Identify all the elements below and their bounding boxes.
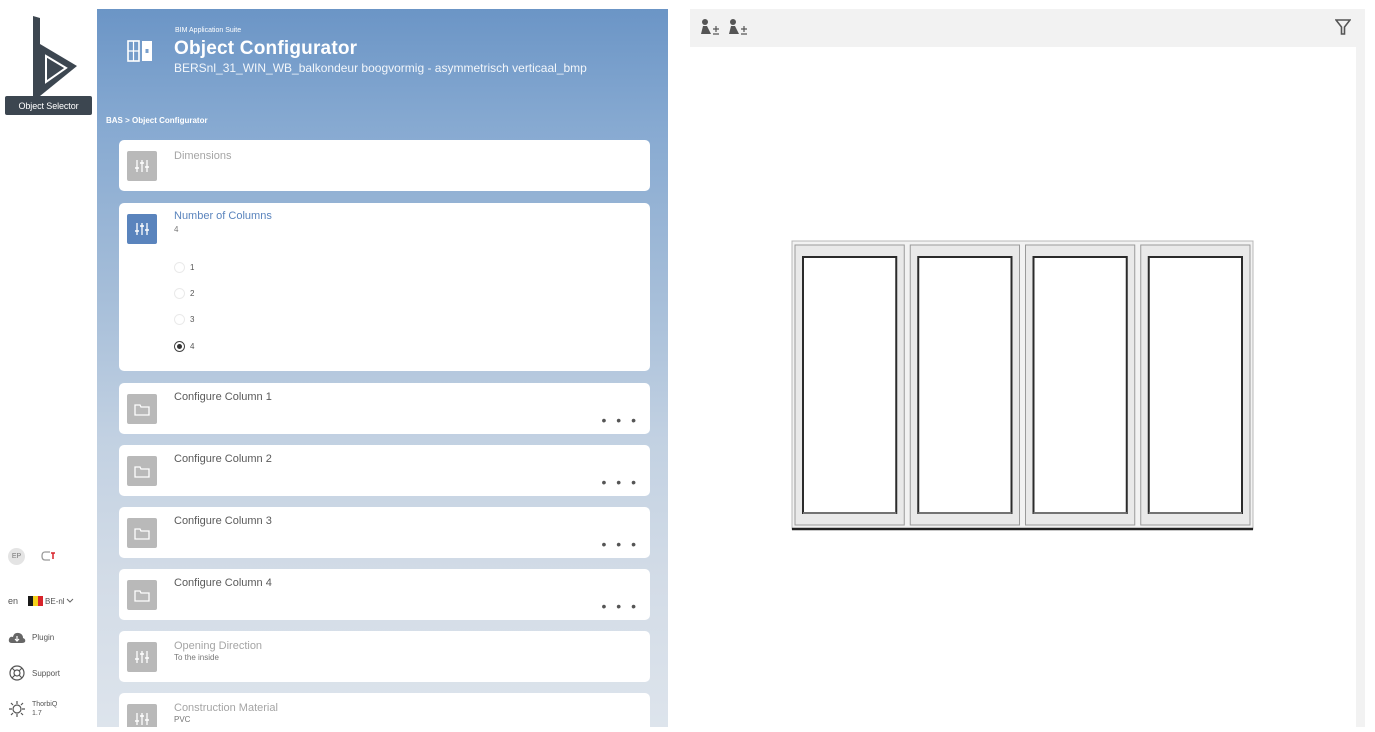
opening-direction-title: Opening Direction [174, 640, 263, 652]
window-glass [1147, 256, 1243, 514]
sliders-icon [127, 642, 157, 672]
more-options-icon[interactable]: • • • [602, 599, 639, 613]
folder-icon [127, 580, 157, 610]
folder-icon [127, 394, 157, 424]
dimensions-title: Dimensions [174, 150, 232, 162]
opening-direction-card[interactable]: Opening Direction To the inside [119, 631, 650, 682]
columns-card[interactable]: Number of Columns 4 1 2 3 4 [119, 203, 650, 371]
dimensions-card[interactable]: Dimensions [119, 140, 650, 191]
thorbiq-text: ThorbiQ 1.7 [32, 700, 57, 718]
sync-icon[interactable] [41, 550, 57, 564]
sliders-icon [127, 151, 157, 181]
window-preview[interactable] [690, 47, 1356, 727]
configurator-panel: BIM Application Suite Object Configurato… [97, 9, 668, 727]
language-label[interactable]: en [8, 596, 18, 606]
folder-icon [127, 518, 157, 548]
window-glass [802, 256, 898, 514]
window-glass [1032, 256, 1128, 514]
plugin-row[interactable]: Plugin [8, 628, 54, 646]
configure-column-2-title: Configure Column 2 [174, 453, 272, 465]
page-title: Object Configurator [174, 38, 358, 59]
locale-row[interactable]: en BE-nl [8, 596, 74, 606]
more-options-icon[interactable]: • • • [602, 475, 639, 489]
left-rail: Object Selector EP en BE-nl Plugin Suppo… [0, 0, 97, 727]
option-label: 1 [190, 263, 195, 272]
window-glass [917, 256, 1013, 514]
option-label: 2 [190, 289, 195, 298]
sliders-icon [127, 214, 157, 244]
configure-column-4-title: Configure Column 4 [174, 577, 272, 589]
radio-button[interactable] [174, 314, 185, 325]
folder-icon [127, 456, 157, 486]
columns-value: 4 [174, 225, 179, 234]
configure-column-1-title: Configure Column 1 [174, 391, 272, 403]
chevron-down-icon[interactable] [66, 597, 74, 606]
columns-title: Number of Columns [174, 210, 272, 222]
opening-direction-value: To the inside [174, 653, 219, 662]
filter-icon[interactable] [1335, 18, 1351, 36]
suite-label: BIM Application Suite [175, 27, 242, 34]
thorbiq-version: 1.7 [32, 710, 42, 717]
object-name: BERSnl_31_WIN_WB_balkondeur boogvormig -… [174, 61, 587, 75]
viewer-canvas[interactable] [690, 47, 1356, 727]
user-remove-icon[interactable] [728, 18, 748, 36]
model-viewer [690, 9, 1365, 727]
thorbiq-label: ThorbiQ [32, 701, 58, 708]
object-selector-button[interactable]: Object Selector [5, 96, 92, 115]
ep-row: EP [8, 548, 57, 565]
configure-column-3-title: Configure Column 3 [174, 515, 272, 527]
lifebuoy-icon [8, 664, 26, 682]
plugin-label: Plugin [32, 632, 55, 642]
column-option-4[interactable]: 4 [174, 341, 194, 352]
gear-network-icon [8, 700, 26, 718]
configure-column-3-card[interactable]: Configure Column 3 • • • [119, 507, 650, 558]
cloud-download-icon [8, 628, 26, 646]
app-logo [33, 16, 77, 98]
support-label: Support [32, 668, 61, 678]
construction-material-title: Construction Material [174, 702, 278, 714]
more-options-icon[interactable]: • • • [602, 537, 639, 551]
user-add-icon[interactable] [700, 18, 720, 36]
option-label: 3 [190, 315, 195, 324]
configure-column-2-card[interactable]: Configure Column 2 • • • [119, 445, 650, 496]
option-label: 4 [190, 342, 195, 351]
ep-badge[interactable]: EP [8, 548, 25, 565]
region-select[interactable]: BE-nl [45, 597, 65, 606]
radio-button-selected[interactable] [174, 341, 185, 352]
window-configurator-icon [127, 40, 152, 62]
construction-material-card[interactable]: Construction Material PVC [119, 693, 650, 727]
thorbiq-row[interactable]: ThorbiQ 1.7 [8, 700, 57, 718]
column-option-3[interactable]: 3 [174, 314, 194, 325]
construction-material-value: PVC [174, 715, 191, 724]
support-row[interactable]: Support [8, 664, 60, 682]
breadcrumb[interactable]: BAS > Object Configurator [106, 116, 208, 125]
radio-button[interactable] [174, 288, 185, 299]
sliders-icon [127, 704, 157, 727]
configure-column-1-card[interactable]: Configure Column 1 • • • [119, 383, 650, 434]
column-option-2[interactable]: 2 [174, 288, 194, 299]
column-option-1[interactable]: 1 [174, 262, 194, 273]
radio-button[interactable] [174, 262, 185, 273]
belgium-flag-icon [28, 596, 44, 606]
configure-column-4-card[interactable]: Configure Column 4 • • • [119, 569, 650, 620]
more-options-icon[interactable]: • • • [602, 413, 639, 427]
